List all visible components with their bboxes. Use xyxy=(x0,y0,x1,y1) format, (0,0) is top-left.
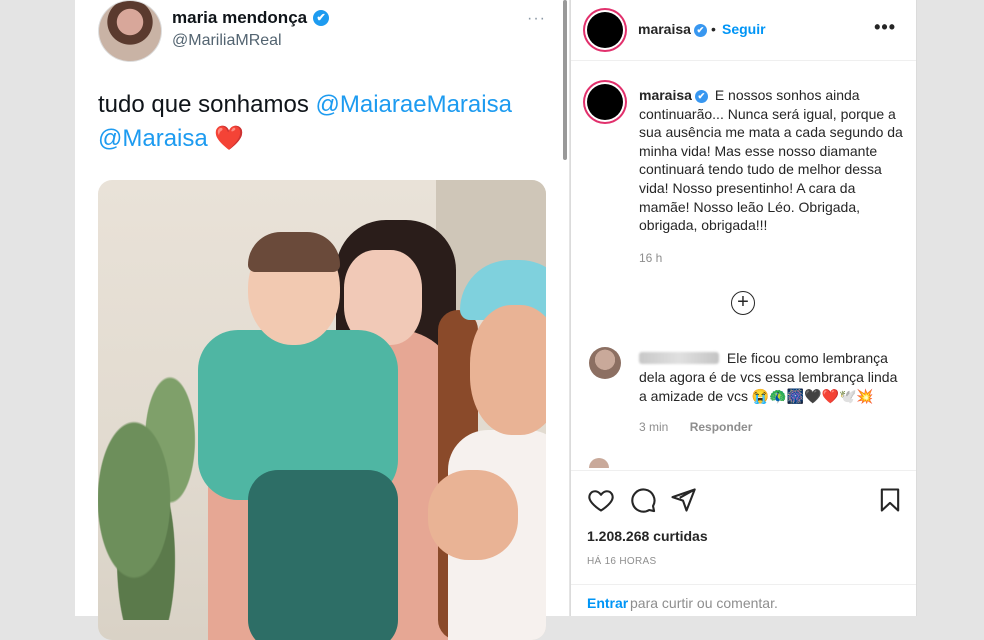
tweet-avatar xyxy=(98,0,162,62)
photo-baby-legs xyxy=(248,470,398,640)
tweet-author-name: maria mendonça ✔ xyxy=(172,8,330,28)
verified-icon: ✔ xyxy=(693,24,707,37)
caption-text: E nossos sonhos ainda continuarão... Nun… xyxy=(639,87,903,234)
caption-username-text[interactable]: maraisa xyxy=(639,87,692,103)
load-more-comments-icon[interactable]: + xyxy=(731,291,755,315)
header-username-text[interactable]: maraisa xyxy=(638,21,691,37)
follow-button[interactable]: Seguir xyxy=(722,21,766,37)
comment-meta: 3 min Responder xyxy=(639,420,752,434)
reply-button[interactable]: Responder xyxy=(690,420,753,434)
comment-time[interactable]: 3 min xyxy=(639,420,668,434)
caption-avatar[interactable] xyxy=(587,84,623,120)
header-username[interactable]: maraisa ✔ xyxy=(638,21,707,37)
like-heart-icon[interactable] xyxy=(587,486,615,514)
login-prompt: Entrar para curtir ou comentar. xyxy=(571,584,916,617)
partial-comment-avatar xyxy=(589,458,609,468)
photo-baby-hair xyxy=(248,232,340,272)
more-icon: ··· xyxy=(527,10,546,27)
verified-icon: ✔ xyxy=(694,90,708,103)
instagram-panel: maraisa ✔ • Seguir ••• maraisa ✔ E nossos … xyxy=(570,0,917,616)
caption-time[interactable]: 16 h xyxy=(639,251,662,265)
post-age[interactable]: HÁ 16 HORAS xyxy=(587,556,656,567)
comment: Ele ficou como lembrança dela agora é de… xyxy=(639,349,909,406)
tweet-mention-2: @Maraisa xyxy=(98,125,208,152)
comment-username-blurred[interactable] xyxy=(639,352,719,364)
heart-icon: ❤️ xyxy=(214,125,245,152)
save-bookmark-icon[interactable] xyxy=(876,486,904,514)
login-prompt-text: para curtir ou comentar. xyxy=(630,595,778,611)
post-header: maraisa ✔ • Seguir ••• xyxy=(571,0,916,61)
comment-bubble-icon[interactable] xyxy=(629,486,657,514)
login-link[interactable]: Entrar xyxy=(587,595,628,611)
tweet-photo xyxy=(98,180,546,640)
separator-dot: • xyxy=(711,21,716,37)
avatar[interactable] xyxy=(587,12,623,48)
post-caption: maraisa ✔ E nossos sonhos ainda continuar… xyxy=(639,86,907,235)
scrollbar[interactable] xyxy=(563,0,567,160)
photo-woman2-face xyxy=(470,305,546,435)
caption-username[interactable]: maraisa ✔ xyxy=(639,87,708,103)
verified-icon: ✔ xyxy=(313,10,330,26)
tweet-author-name-text: maria mendonça xyxy=(172,8,308,27)
tweet-text-prefix: tudo que sonhamos xyxy=(98,91,309,118)
comment-avatar[interactable] xyxy=(589,347,621,379)
tweet-text: tudo que sonhamos @MaiaraeMaraisa @Marai… xyxy=(98,88,548,156)
tweet-author-handle: @MariliaMReal xyxy=(172,32,282,49)
action-bar xyxy=(571,470,916,525)
like-count[interactable]: 1.208.268 curtidas xyxy=(587,528,708,544)
photo-woman2-hands xyxy=(428,470,518,560)
more-options-icon[interactable]: ••• xyxy=(874,17,896,38)
partial-comment xyxy=(589,458,789,468)
tweet-mention-1: @MaiaraeMaraisa xyxy=(315,91,512,118)
share-direct-icon[interactable] xyxy=(669,486,697,514)
